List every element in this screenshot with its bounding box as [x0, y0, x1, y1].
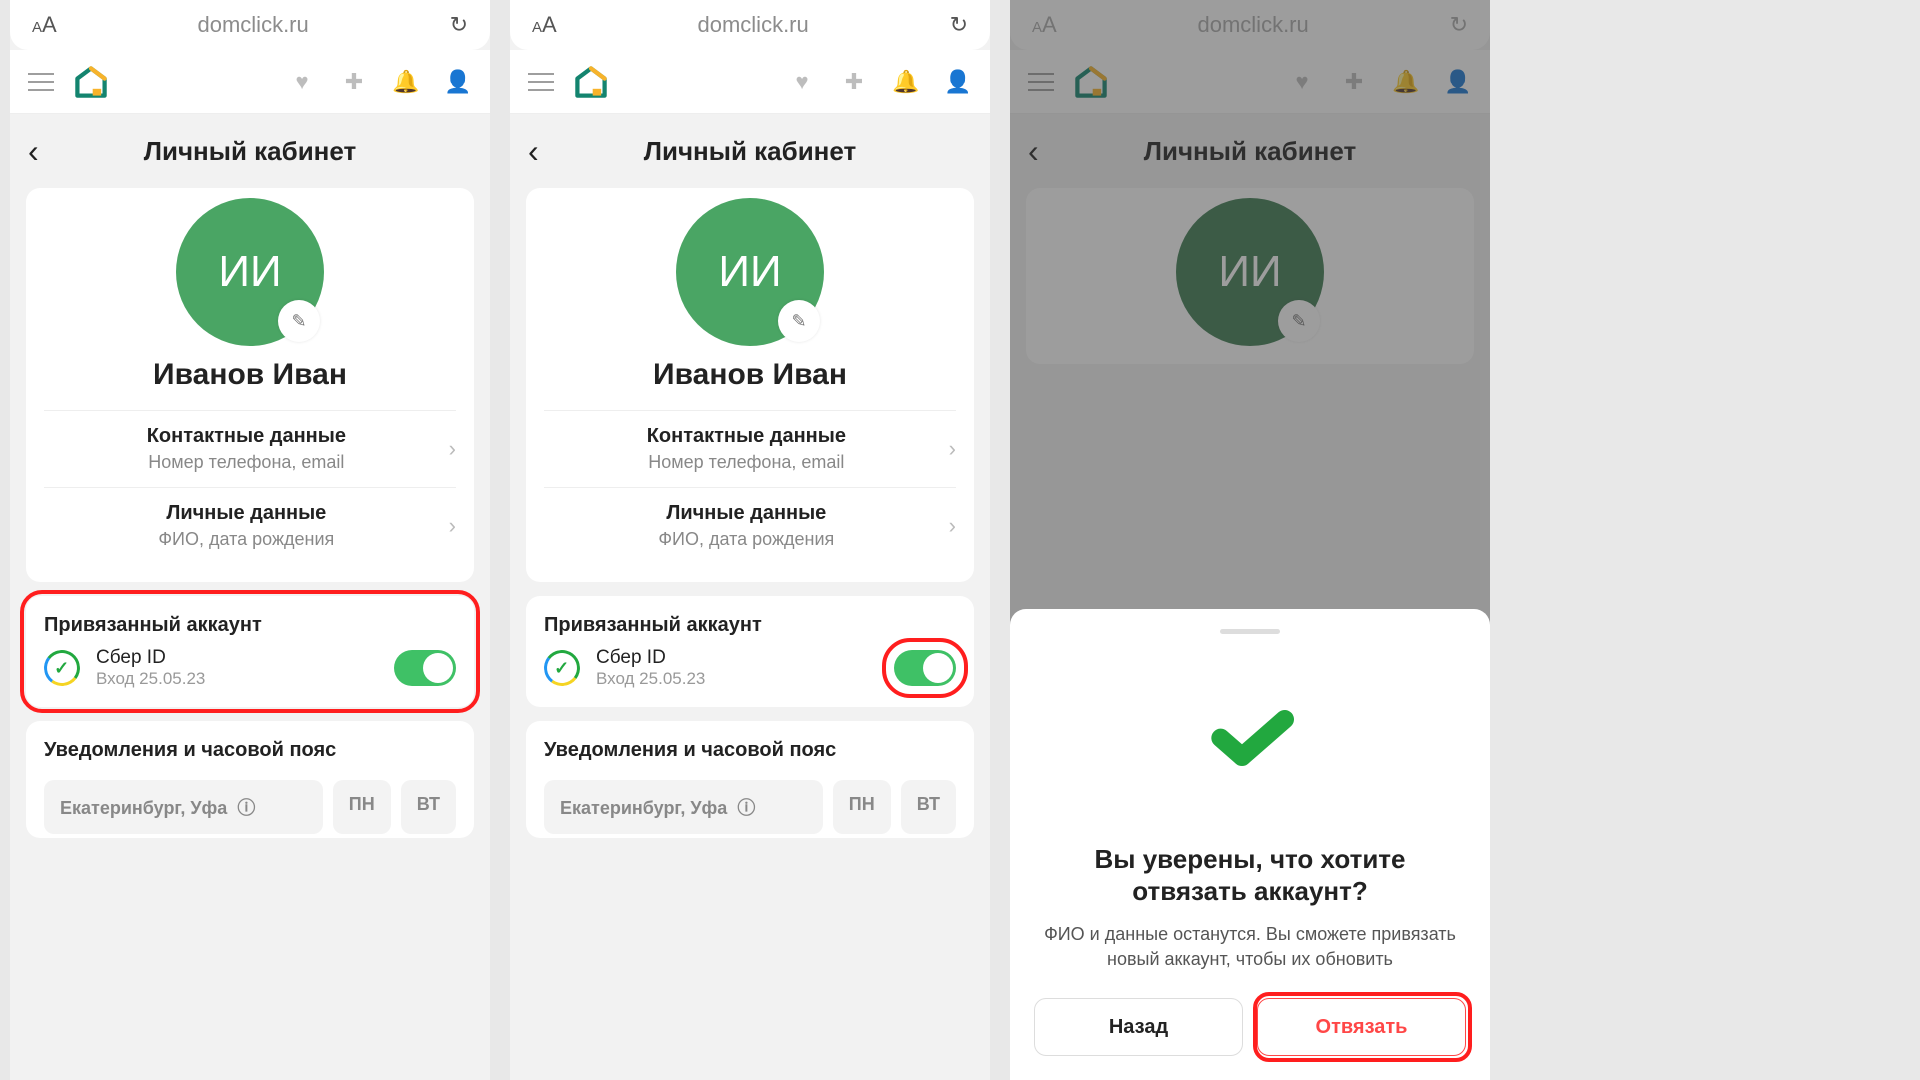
browser-bar: AA domclick.ru ↻ — [510, 0, 990, 50]
day-chip-mon[interactable]: ПН — [833, 780, 891, 834]
bell-icon[interactable]: 🔔 — [392, 69, 420, 95]
day-chip-mon[interactable]: ПН — [333, 780, 391, 834]
page-title: Личный кабинет — [28, 136, 472, 167]
bell-icon[interactable]: 🔔 — [892, 69, 920, 95]
city-chip[interactable]: Екатеринбург, Уфа ⓘ — [44, 780, 323, 834]
city-chip[interactable]: Екатеринбург, Уфа ⓘ — [544, 780, 823, 834]
user-name: Иванов Иван — [44, 358, 456, 392]
hamburger-icon[interactable] — [528, 73, 554, 91]
profile-card: ИИ ✎ Иванов Иван Контактные данныеНомер … — [26, 188, 474, 582]
heart-icon[interactable]: ♥ — [288, 69, 316, 95]
page-header: ‹ Личный кабинет — [510, 114, 990, 188]
page-title: Личный кабинет — [528, 136, 972, 167]
plus-icon[interactable]: ✚ — [840, 69, 868, 95]
contact-data-row[interactable]: Контактные данныеНомер телефона, email › — [544, 410, 956, 487]
notifications-card: Уведомления и часовой пояс Екатеринбург,… — [26, 721, 474, 838]
user-icon[interactable]: 👤 — [944, 69, 972, 95]
linked-account-title: Привязанный аккаунт — [44, 614, 456, 637]
page-header: ‹ Личный кабинет — [10, 114, 490, 188]
phone-screen-2: AA domclick.ru ↻ ♥ ✚ 🔔 👤 ‹ Личный кабине… — [510, 0, 990, 1080]
site-logo[interactable] — [574, 65, 608, 99]
linked-account-title: Привязанный аккаунт — [544, 614, 956, 637]
plus-icon[interactable]: ✚ — [340, 69, 368, 95]
highlight-outline — [882, 638, 968, 698]
link-toggle[interactable] — [394, 650, 456, 686]
reload-icon[interactable]: ↻ — [450, 12, 468, 38]
heart-icon[interactable]: ♥ — [788, 69, 816, 95]
url-field[interactable]: domclick.ru — [557, 12, 950, 38]
day-chip-tue[interactable]: ВТ — [901, 780, 956, 834]
confirm-title: Вы уверены, что хотите отвязать аккаунт? — [1034, 843, 1466, 908]
chevron-right-icon: › — [949, 513, 956, 539]
sber-provider-name: Сбер ID — [96, 647, 394, 669]
text-size-control[interactable]: AA — [532, 12, 557, 38]
url-field[interactable]: domclick.ru — [57, 12, 450, 38]
confirm-unlink-sheet: Вы уверены, что хотите отвязать аккаунт?… — [1010, 609, 1490, 1080]
edit-avatar-button[interactable]: ✎ — [278, 300, 320, 342]
reload-icon[interactable]: ↻ — [950, 12, 968, 38]
sber-icon — [542, 648, 583, 689]
chevron-right-icon: › — [449, 436, 456, 462]
user-name: Иванов Иван — [544, 358, 956, 392]
chevron-right-icon: › — [949, 436, 956, 462]
sber-login-date: Вход 25.05.23 — [96, 669, 394, 689]
sber-login-date: Вход 25.05.23 — [596, 669, 894, 689]
link-toggle[interactable] — [894, 650, 956, 686]
notifications-title: Уведомления и часовой пояс — [44, 739, 456, 762]
day-chip-tue[interactable]: ВТ — [401, 780, 456, 834]
edit-avatar-button[interactable]: ✎ — [778, 300, 820, 342]
sber-icon — [42, 648, 83, 689]
text-size-control[interactable]: AA — [32, 12, 57, 38]
chevron-right-icon: › — [449, 513, 456, 539]
notifications-card: Уведомления и часовой пояс Екатеринбург,… — [526, 721, 974, 838]
phone-screen-3: AA domclick.ru ↻ ♥ ✚ 🔔 👤 ‹ Личный кабине… — [1010, 0, 1490, 1080]
sber-logo-large — [1170, 658, 1330, 818]
linked-account-card: Привязанный аккаунт Сбер ID Вход 25.05.2… — [26, 596, 474, 707]
sber-provider-name: Сбер ID — [596, 647, 894, 669]
personal-data-row[interactable]: Личные данныеФИО, дата рождения › — [44, 487, 456, 564]
browser-bar: AA domclick.ru ↻ — [10, 0, 490, 50]
unlink-button[interactable]: Отвязать — [1257, 998, 1466, 1056]
personal-data-row[interactable]: Личные данныеФИО, дата рождения › — [544, 487, 956, 564]
notifications-title: Уведомления и часовой пояс — [544, 739, 956, 762]
phone-screen-1: AA domclick.ru ↻ ♥ ✚ 🔔 👤 ‹ Личный кабине… — [10, 0, 490, 1080]
hamburger-icon[interactable] — [28, 73, 54, 91]
contact-data-row[interactable]: Контактные данныеНомер телефона, email › — [44, 410, 456, 487]
top-nav: ♥ ✚ 🔔 👤 — [510, 50, 990, 114]
linked-account-card: Привязанный аккаунт Сбер ID Вход 25.05.2… — [526, 596, 974, 707]
confirm-body: ФИО и данные останутся. Вы сможете привя… — [1034, 922, 1466, 972]
top-nav: ♥ ✚ 🔔 👤 — [10, 50, 490, 114]
back-button[interactable]: Назад — [1034, 998, 1243, 1056]
site-logo[interactable] — [74, 65, 108, 99]
sheet-handle[interactable] — [1220, 629, 1280, 634]
profile-card: ИИ ✎ Иванов Иван Контактные данныеНомер … — [526, 188, 974, 582]
user-icon[interactable]: 👤 — [444, 69, 472, 95]
